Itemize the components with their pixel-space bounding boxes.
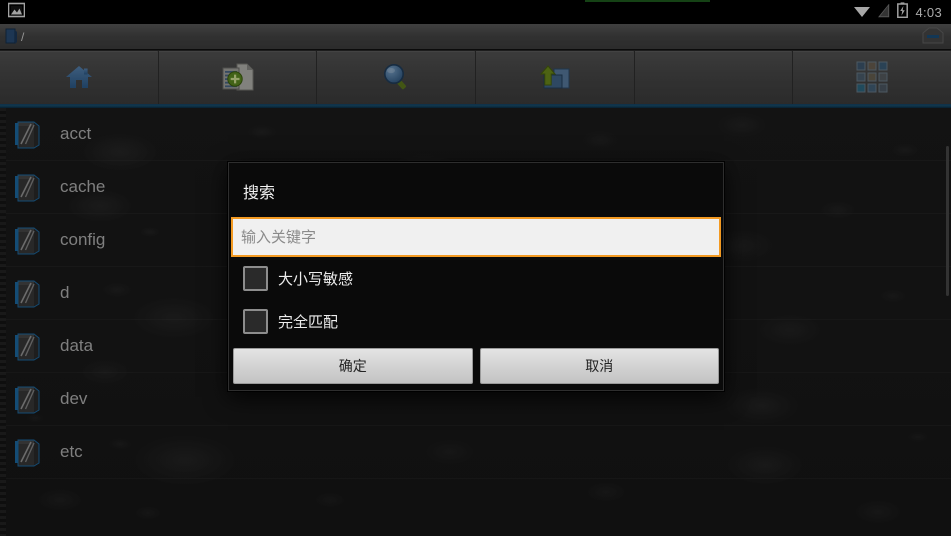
cancel-button[interactable]: 取消	[479, 348, 719, 384]
search-dialog: 搜索 大小写敏感 完全匹配 确定 取消	[228, 162, 724, 391]
exact-match-row[interactable]: 完全匹配	[229, 300, 723, 343]
search-input[interactable]	[231, 217, 721, 257]
case-sensitive-label: 大小写敏感	[278, 270, 354, 288]
exact-match-checkbox[interactable]	[243, 309, 268, 334]
ok-button[interactable]: 确定	[233, 348, 473, 384]
dialog-button-row: 确定 取消	[229, 343, 723, 384]
search-input-wrapper	[229, 217, 723, 257]
android-file-manager-screen: acct cache config d data dev etc / 4:03 …	[0, 0, 951, 536]
dialog-title: 搜索	[243, 183, 276, 202]
case-sensitive-row[interactable]: 大小写敏感	[229, 257, 723, 300]
case-sensitive-checkbox[interactable]	[243, 266, 268, 291]
exact-match-label: 完全匹配	[278, 313, 339, 331]
